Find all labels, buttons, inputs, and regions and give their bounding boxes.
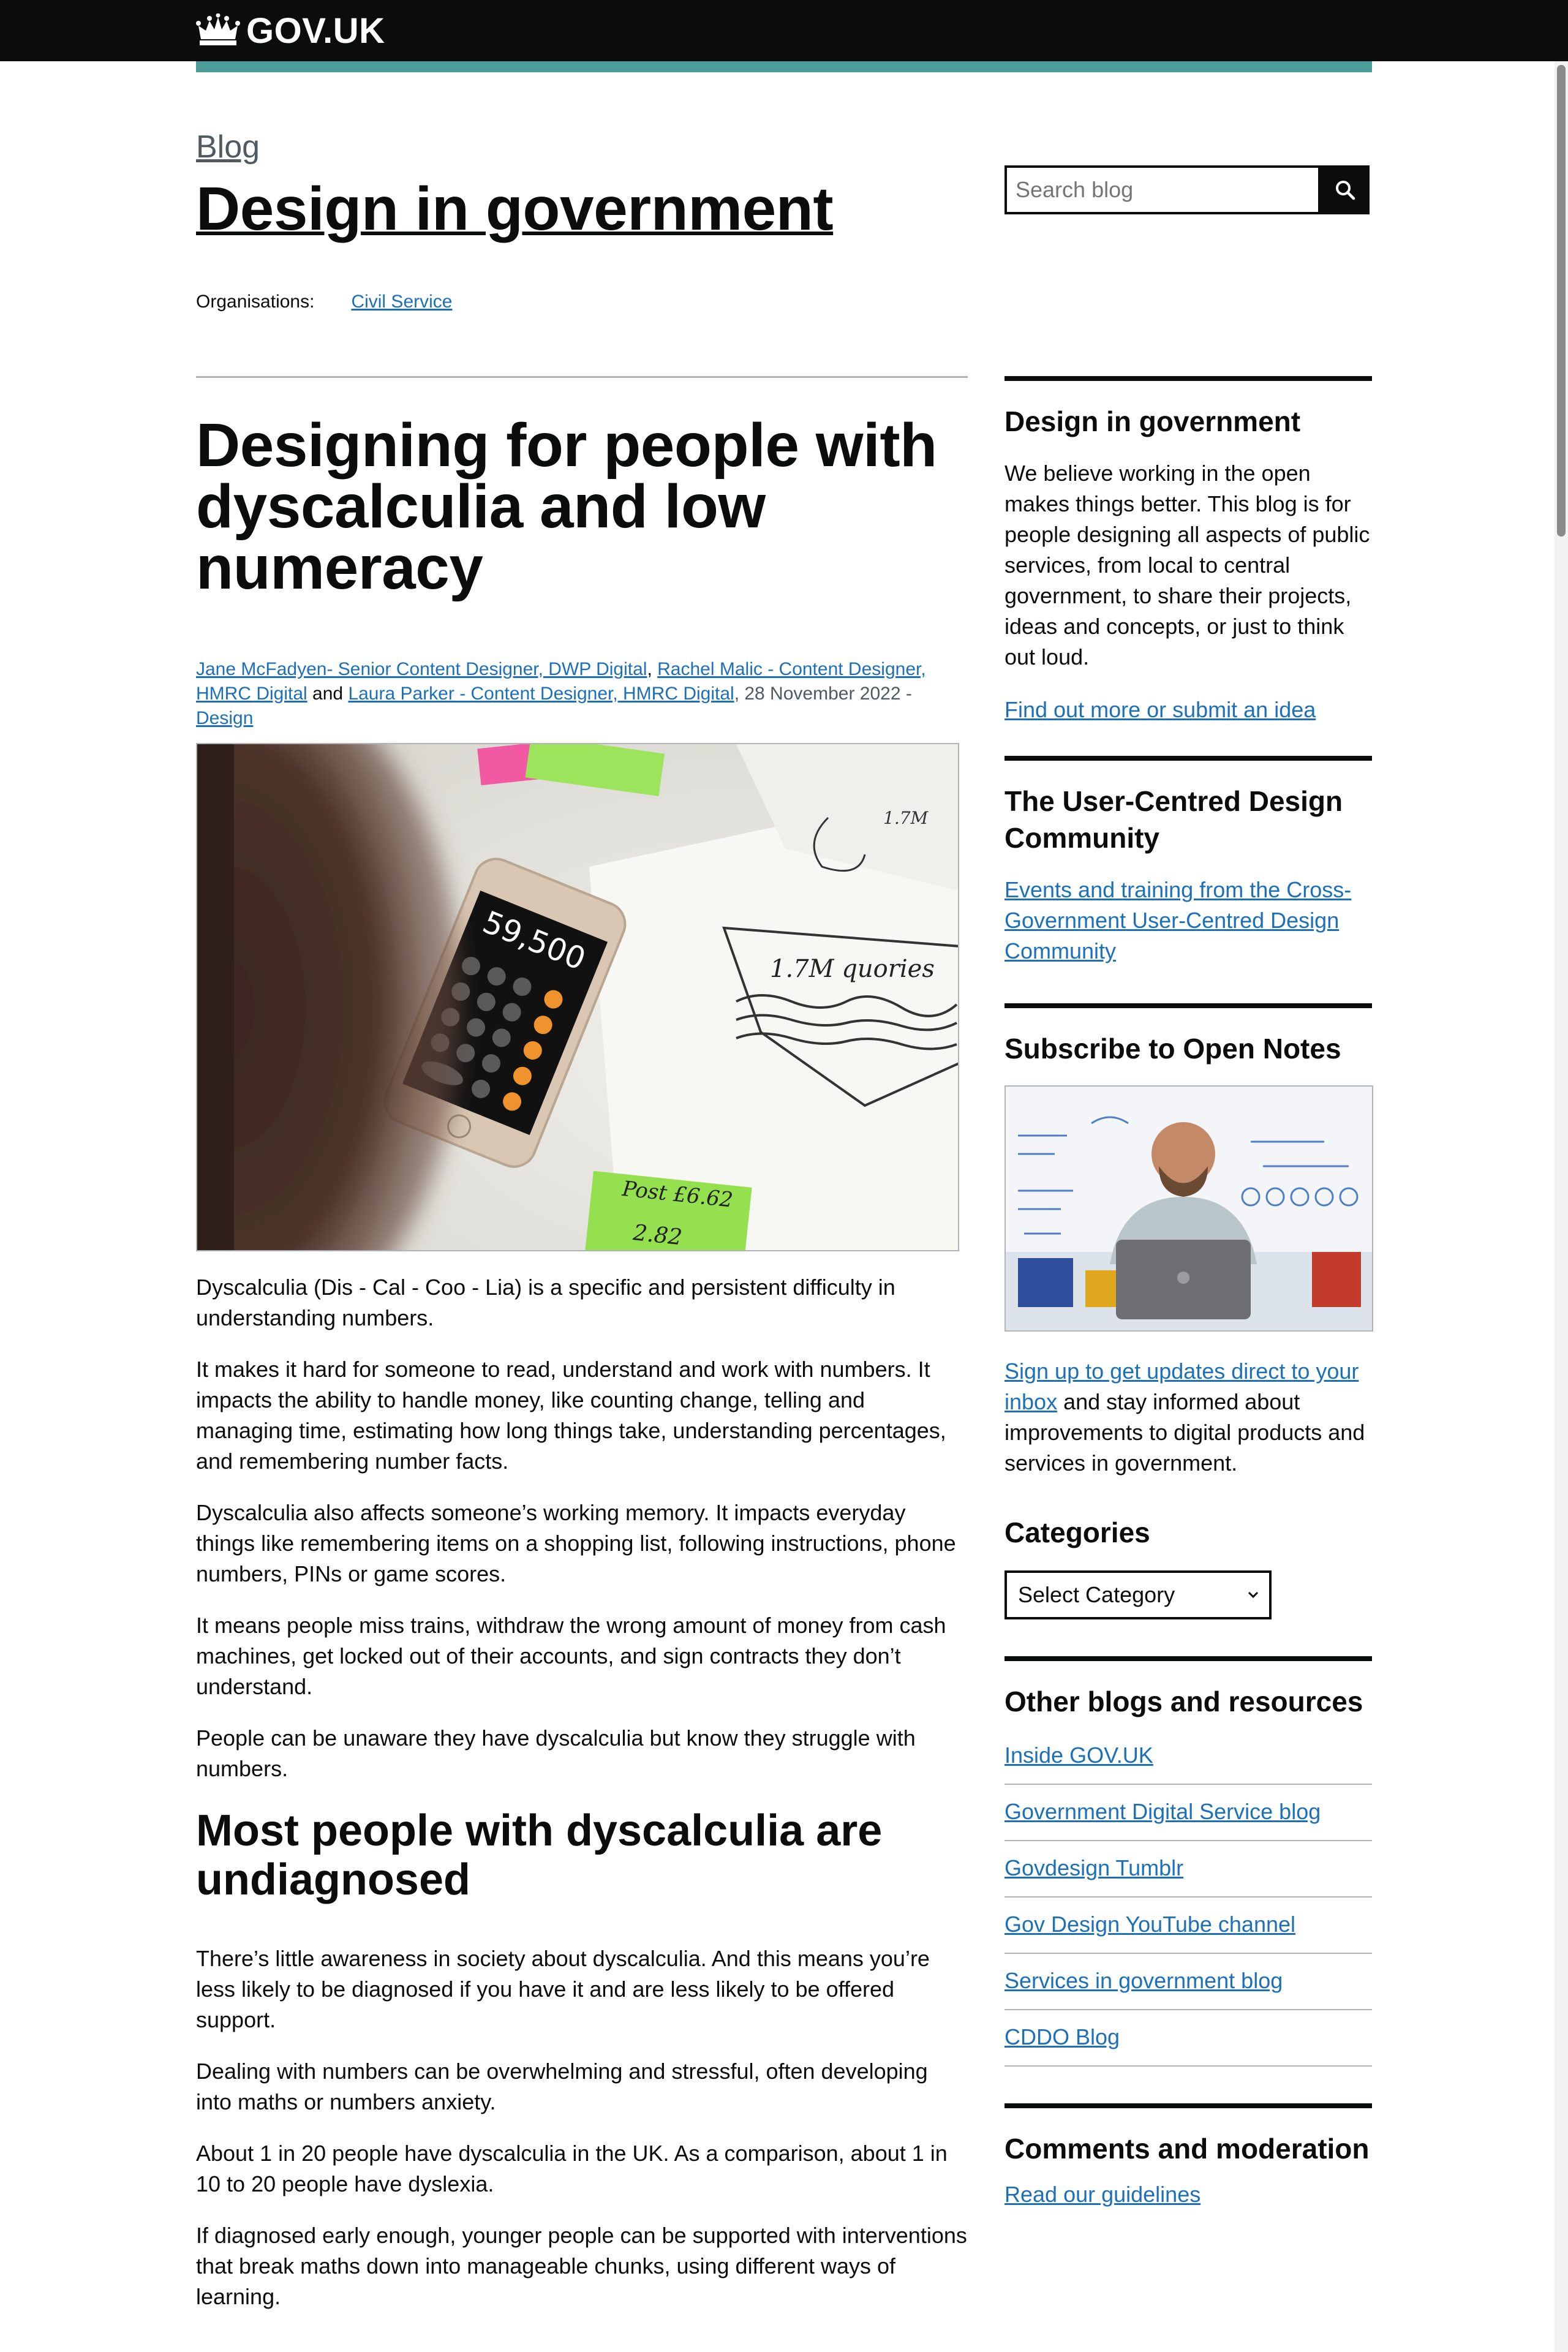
note-bottom-text: 2.82: [631, 1220, 684, 1250]
calculator-photo: Post £6.62 2.82 1.7M quories 1.7M 59,500: [197, 744, 958, 1250]
article-meta: Jane McFadyen- Senior Content Designer, …: [196, 657, 968, 731]
sidebar-subscribe: Subscribe to Open Notes Sign up to get u…: [1005, 1003, 1373, 1479]
scrollbar-thumb[interactable]: [1557, 65, 1566, 537]
organisations: Organisations: Civil Service: [196, 292, 452, 312]
org-link-civil-service[interactable]: Civil Service: [351, 292, 452, 312]
organisations-label: Organisations:: [196, 292, 315, 312]
govuk-logo-text: GOV.UK: [246, 10, 385, 51]
resource-link-services-blog[interactable]: Services in government blog: [1005, 1968, 1283, 1993]
resource-link-cddo-blog[interactable]: CDDO Blog: [1005, 2024, 1120, 2049]
subscribe-paragraph: Sign up to get updates direct to your in…: [1005, 1356, 1372, 1479]
resource-link-gds-blog[interactable]: Government Digital Service blog: [1005, 1799, 1321, 1824]
sidebar-community-heading: The User-Centred Design Community: [1005, 785, 1343, 854]
sidebar-resources-heading: Other blogs and resources: [1005, 1686, 1363, 1717]
resources-list: Inside GOV.UK Government Digital Service…: [1005, 1728, 1372, 2067]
article-paragraph-5: People can be unaware they have dyscalcu…: [196, 1725, 916, 1781]
guidelines-link[interactable]: Read our guidelines: [1005, 2182, 1200, 2207]
submit-idea-link[interactable]: Find out more or submit an idea: [1005, 697, 1316, 722]
open-notes-photo: [1005, 1085, 1373, 1332]
meta-and: and: [312, 684, 344, 704]
list-item: Govdesign Tumblr: [1005, 1841, 1372, 1898]
author-link-laura[interactable]: Laura Parker - Content Designer, HMRC Di…: [348, 684, 734, 704]
sidebar-categories: Categories Select Category: [1005, 1514, 1372, 1619]
article-paragraph-2: It makes it hard for someone to read, un…: [196, 1357, 946, 1474]
sidebar-comments-heading: Comments and moderation: [1005, 2133, 1370, 2165]
resource-link-inside-govuk[interactable]: Inside GOV.UK: [1005, 1743, 1153, 1768]
list-item: Gov Design YouTube channel: [1005, 1898, 1372, 1954]
article-paragraph-7: Dealing with numbers can be overwhelming…: [196, 2059, 928, 2114]
resource-link-youtube[interactable]: Gov Design YouTube channel: [1005, 1912, 1295, 1937]
search-input[interactable]: [1005, 165, 1321, 214]
govuk-logo-link[interactable]: GOV.UK: [196, 10, 385, 51]
author-link-jane[interactable]: Jane McFadyen- Senior Content Designer, …: [196, 659, 647, 679]
list-item: Inside GOV.UK: [1005, 1728, 1372, 1785]
list-item: Services in government blog: [1005, 1954, 1372, 2010]
blog-home-link[interactable]: Blog: [196, 129, 260, 165]
subscribe-text: and stay informed about improvements to …: [1005, 1389, 1365, 1476]
article-top-divider: [196, 376, 968, 378]
meta-date: , 28 November 2022 -: [734, 684, 912, 704]
note-small-text: 1.7M: [883, 808, 929, 828]
article-paragraph-4: It means people miss trains, withdraw th…: [196, 1613, 946, 1699]
article: Designing for people with dyscalculia an…: [196, 376, 968, 2312]
note-top-text: 1.7M quories: [770, 955, 935, 983]
search-button[interactable]: [1321, 165, 1370, 214]
article-hero-image: Post £6.62 2.82 1.7M quories 1.7M 59,500: [196, 743, 959, 1251]
header-accent-bar: [196, 61, 1372, 72]
sidebar-about: Design in government We believe working …: [1005, 376, 1372, 725]
search-icon: [1336, 181, 1355, 200]
blog-title-link[interactable]: Design in government: [196, 174, 834, 244]
article-subheading: Most people with dyscalculia are undiagn…: [196, 1806, 883, 1904]
sidebar-about-heading: Design in government: [1005, 405, 1301, 437]
sidebar-about-text: We believe working in the open makes thi…: [1005, 461, 1370, 669]
article-title: Designing for people with dyscalculia an…: [196, 411, 937, 602]
article-paragraph-9: If diagnosed early enough, younger peopl…: [196, 2223, 967, 2309]
search-form: [1005, 165, 1370, 214]
meta-comma: ,: [647, 659, 652, 679]
article-paragraph-6: There’s little awareness in society abou…: [196, 1946, 930, 2032]
sidebar-comments: Comments and moderation Read our guideli…: [1005, 2103, 1372, 2210]
list-item: CDDO Blog: [1005, 2010, 1372, 2067]
man-with-laptop-image: [1006, 1087, 1372, 1330]
resource-link-govdesign-tumblr[interactable]: Govdesign Tumblr: [1005, 1855, 1183, 1880]
community-events-link[interactable]: Events and training from the Cross-Gover…: [1005, 877, 1351, 963]
article-paragraph-3: Dyscalculia also affects someone’s worki…: [196, 1500, 956, 1586]
sidebar-community: The User-Centred Design Community Events…: [1005, 756, 1372, 967]
article-paragraph-1: Dyscalculia (Dis - Cal - Coo - Lia) is a…: [196, 1275, 895, 1330]
sidebar-subscribe-heading: Subscribe to Open Notes: [1005, 1033, 1341, 1065]
category-link-design[interactable]: Design: [196, 708, 253, 728]
sidebar-categories-heading: Categories: [1005, 1517, 1150, 1548]
sidebar-resources: Other blogs and resources Inside GOV.UK …: [1005, 1656, 1372, 2067]
sidebar: Design in government We believe working …: [1005, 376, 1373, 2210]
category-select[interactable]: Select Category: [1005, 1570, 1272, 1619]
list-item: Government Digital Service blog: [1005, 1785, 1372, 1841]
article-paragraph-8: About 1 in 20 people have dyscalculia in…: [196, 2141, 948, 2196]
chevron-down-icon: [1248, 1591, 1259, 1599]
govuk-header: GOV.UK: [0, 0, 1568, 61]
crown-icon: [196, 13, 240, 45]
category-select-value: Select Category: [1018, 1582, 1175, 1607]
